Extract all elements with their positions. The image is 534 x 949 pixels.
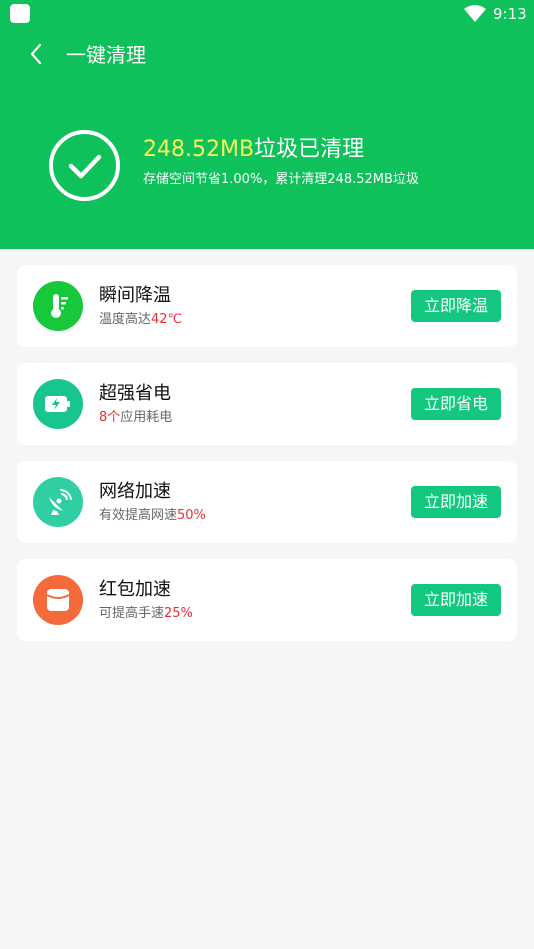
clean-result-subtitle: 存储空间节省1.00%，累计清理248.52MB垃圾	[143, 172, 419, 187]
battery-icon	[33, 379, 83, 429]
cleaned-amount: 248.52MB	[143, 137, 255, 162]
check-circle-icon	[49, 130, 120, 201]
clean-result-title: 248.52MB垃圾已清理	[143, 135, 364, 165]
card-subtitle: 8个应用耗电	[99, 410, 173, 425]
network-boost-button[interactable]: 立即加速	[411, 486, 501, 518]
red-packet-icon	[33, 575, 83, 625]
satellite-icon	[33, 477, 83, 527]
card-title: 红包加速	[99, 579, 171, 600]
status-time: 9:13	[493, 5, 527, 23]
card-cool-down[interactable]: 瞬间降温 温度高达42℃ 立即降温	[17, 265, 517, 347]
card-network-boost[interactable]: 网络加速 有效提高网速50% 立即加速	[17, 461, 517, 543]
card-subtitle: 可提高手速25%	[99, 606, 193, 621]
card-red-packet-boost[interactable]: 红包加速 可提高手速25% 立即加速	[17, 559, 517, 641]
back-button[interactable]	[22, 40, 50, 68]
card-title: 瞬间降温	[99, 285, 171, 306]
power-save-button[interactable]: 立即省电	[411, 388, 501, 420]
app-notification-icon	[10, 4, 30, 23]
thermometer-icon	[33, 281, 83, 331]
header: 9:13 一键清理 248.52MB垃圾已清理 存储空间节省1.00%，累计清理…	[0, 0, 534, 249]
wifi-icon	[464, 5, 486, 22]
status-bar: 9:13	[0, 0, 534, 28]
card-subtitle: 有效提高网速50%	[99, 508, 206, 523]
card-power-save[interactable]: 超强省电 8个应用耗电 立即省电	[17, 363, 517, 445]
cool-down-button[interactable]: 立即降温	[411, 290, 501, 322]
chevron-left-icon	[30, 43, 42, 65]
cleaned-suffix: 垃圾已清理	[254, 137, 365, 162]
page-title: 一键清理	[66, 43, 146, 67]
red-packet-boost-button[interactable]: 立即加速	[411, 584, 501, 616]
card-subtitle: 温度高达42℃	[99, 312, 183, 327]
card-title: 网络加速	[99, 481, 171, 502]
card-title: 超强省电	[99, 383, 171, 404]
